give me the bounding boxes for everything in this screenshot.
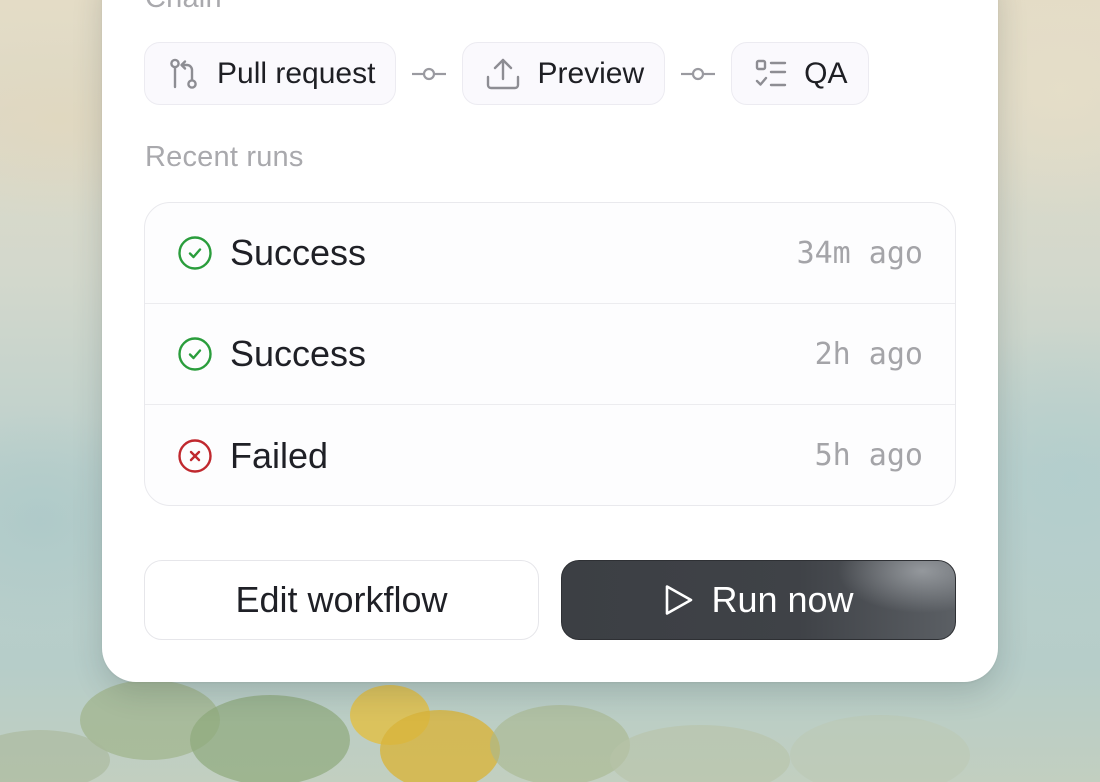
checklist-icon xyxy=(754,57,788,91)
upload-icon xyxy=(485,57,521,91)
run-row[interactable]: Success 2h ago xyxy=(145,304,955,405)
run-now-label: Run now xyxy=(711,579,854,620)
chain-connector-icon xyxy=(665,67,731,81)
chain-step-pull-request[interactable]: Pull request xyxy=(144,42,397,105)
recent-runs-label: Recent runs xyxy=(145,141,304,173)
chain-steps: Pull request Preview QA xyxy=(144,42,869,105)
run-time: 5h ago xyxy=(814,438,923,473)
edit-workflow-button[interactable]: Edit workflow xyxy=(144,560,539,640)
run-status: Success xyxy=(230,333,367,374)
chain-step-label: Pull request xyxy=(217,56,376,90)
run-time: 2h ago xyxy=(814,336,923,372)
chain-step-qa[interactable]: QA xyxy=(731,42,869,105)
recent-runs-list: Success 34m ago Success 2h ago Failed 5h… xyxy=(144,202,956,506)
play-icon xyxy=(666,585,693,615)
run-status: Failed xyxy=(230,434,329,476)
run-now-button[interactable]: Run now xyxy=(561,560,956,640)
check-circle-icon xyxy=(178,337,212,371)
run-time: 34m ago xyxy=(796,235,923,271)
edit-workflow-label: Edit workflow xyxy=(235,579,448,620)
chain-step-label: QA xyxy=(804,56,848,90)
workflow-card: Chain Pull request xyxy=(102,0,998,682)
chain-step-preview[interactable]: Preview xyxy=(462,42,666,105)
check-circle-icon xyxy=(178,236,212,270)
chain-step-label: Preview xyxy=(537,56,645,90)
x-circle-icon xyxy=(178,438,212,473)
run-row[interactable]: Failed 5h ago xyxy=(145,405,955,505)
run-status: Success xyxy=(230,232,367,273)
run-row[interactable]: Success 34m ago xyxy=(145,203,955,304)
git-pull-request-icon xyxy=(167,57,201,91)
chain-section-label: Chain xyxy=(145,0,222,15)
chain-connector-icon xyxy=(396,67,462,81)
